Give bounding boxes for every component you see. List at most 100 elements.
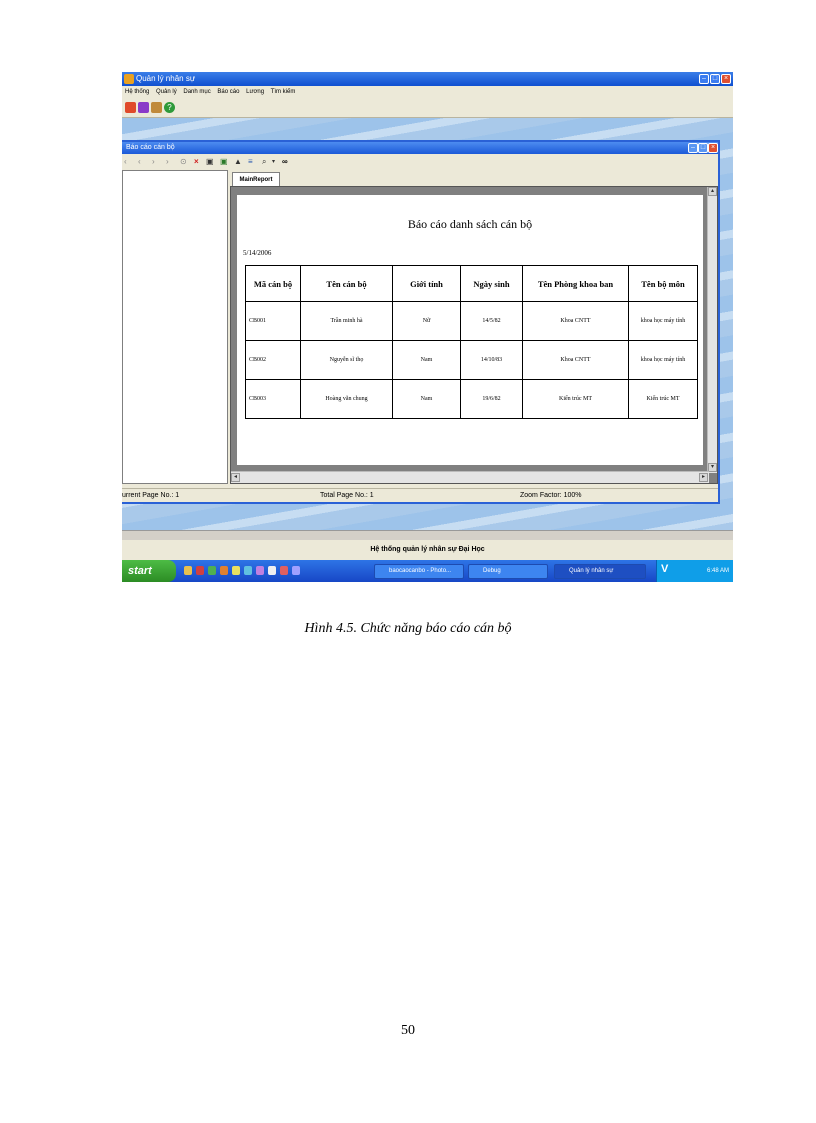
task-photoshop[interactable]: baocaocanbo - Photo... bbox=[374, 564, 464, 579]
child-maximize-button[interactable]: □ bbox=[698, 143, 708, 153]
print-icon[interactable]: ▣ bbox=[206, 154, 214, 170]
table-cell: Nam bbox=[392, 379, 461, 419]
people-icon[interactable] bbox=[151, 102, 162, 113]
total-page-status: Total Page No.: 1 bbox=[320, 492, 374, 499]
scroll-down-icon[interactable]: ▾ bbox=[708, 463, 717, 472]
menu-tim-kiem[interactable]: Tìm kiếm bbox=[271, 89, 296, 95]
start-button[interactable]: start bbox=[122, 560, 176, 582]
report-title: Báo cáo danh sách cán bộ bbox=[407, 217, 533, 231]
menu-he-thong[interactable]: Hệ thống bbox=[125, 89, 149, 95]
report-window: Báo cáo cán bộ – □ × ‹ ‹ › › ⊙ × ▣ ▣ ▲ ≡… bbox=[122, 140, 720, 504]
column-header: Giới tính bbox=[392, 265, 461, 302]
refresh-icon[interactable]: ▣ bbox=[220, 154, 228, 170]
report-statusbar: urrent Page No.: 1 Total Page No.: 1 Zoo… bbox=[122, 488, 718, 502]
vietkey-icon[interactable]: V bbox=[661, 563, 668, 575]
page-number: 50 bbox=[401, 1023, 415, 1038]
search-icon[interactable]: ∞ bbox=[282, 154, 288, 170]
quicklaunch-icon[interactable] bbox=[232, 566, 240, 575]
red-icon[interactable] bbox=[125, 102, 136, 113]
child-close-button[interactable]: × bbox=[708, 143, 718, 153]
table-cell: CB003 bbox=[245, 379, 301, 419]
minimize-button[interactable]: – bbox=[699, 74, 709, 84]
table-cell: 19/6/82 bbox=[460, 379, 523, 419]
last-page-icon[interactable]: › bbox=[166, 154, 169, 170]
table-cell: Nguyễn sĩ thọ bbox=[300, 340, 393, 380]
quicklaunch-icon[interactable] bbox=[292, 566, 300, 575]
task-quan-ly-nhan-su[interactable]: Quản lý nhân sự bbox=[554, 564, 646, 579]
help-icon[interactable]: ? bbox=[164, 102, 175, 113]
table-cell: khoa học máy tính bbox=[628, 301, 698, 341]
purple-icon[interactable] bbox=[138, 102, 149, 113]
stop-icon[interactable]: ⊙ bbox=[180, 154, 187, 170]
quicklaunch-icon[interactable] bbox=[208, 566, 216, 575]
main-toolbar: ? bbox=[122, 98, 733, 118]
quicklaunch-icon[interactable] bbox=[244, 566, 252, 575]
group-tree-pane bbox=[122, 170, 228, 484]
column-header: Mã cán bộ bbox=[245, 265, 301, 302]
prev-page-icon[interactable]: ‹ bbox=[138, 154, 141, 170]
scroll-right-icon[interactable]: ▸ bbox=[699, 473, 708, 482]
first-page-icon[interactable]: ‹ bbox=[124, 154, 127, 170]
cancel-icon[interactable]: × bbox=[194, 154, 199, 170]
report-window-titlebar: Báo cáo cán bộ – □ × bbox=[122, 142, 718, 154]
table-cell: Kiến trúc MT bbox=[628, 379, 698, 419]
table-cell: Kiến trúc MT bbox=[522, 379, 629, 419]
report-horizontal-scrollbar[interactable]: ◂ ▸ bbox=[231, 471, 709, 483]
quicklaunch-icon[interactable] bbox=[196, 566, 204, 575]
zoom-icon[interactable]: ⌕ bbox=[262, 154, 266, 170]
column-header: Tên bộ môn bbox=[628, 265, 698, 302]
child-minimize-button[interactable]: – bbox=[688, 143, 698, 153]
table-cell: Khoa CNTT bbox=[522, 340, 629, 380]
export-icon[interactable]: ▲ bbox=[234, 154, 242, 170]
table-row: CB003 Hoàng văn chung Nam 19/6/82 Kiến t… bbox=[245, 379, 698, 419]
column-header: Ngày sinh bbox=[460, 265, 523, 302]
quicklaunch-icon[interactable] bbox=[256, 566, 264, 575]
figure-caption: Hình 4.5. Chức năng báo cáo cán bộ bbox=[304, 621, 512, 636]
table-row: CB001 Trần minh hà Nữ 14/5/82 Khoa CNTT … bbox=[245, 301, 698, 341]
menu-luong[interactable]: Lương bbox=[246, 89, 264, 95]
table-cell: CB001 bbox=[245, 301, 301, 341]
group-tree-icon[interactable]: ≡ bbox=[248, 154, 253, 170]
report-page: Báo cáo danh sách cán bộ 5/14/2006 Mã cá… bbox=[237, 195, 703, 465]
scroll-up-icon[interactable]: ▴ bbox=[708, 187, 717, 196]
table-cell: 14/10/83 bbox=[460, 340, 523, 380]
table-row: CB002 Nguyễn sĩ thọ Nam 14/10/83 Khoa CN… bbox=[245, 340, 698, 380]
table-cell: Khoa CNTT bbox=[522, 301, 629, 341]
start-label: start bbox=[128, 565, 152, 577]
clock: 6:48 AM bbox=[706, 568, 729, 574]
menu-quan-ly[interactable]: Quản lý bbox=[156, 89, 177, 95]
tab-mainreport[interactable]: MainReport bbox=[232, 172, 280, 186]
column-header: Tên Phòng khoa ban bbox=[522, 265, 629, 302]
maximize-button[interactable]: □ bbox=[710, 74, 720, 84]
screenshot: Quản lý nhân sự – □ × Hệ thống Quản lý D… bbox=[122, 72, 733, 582]
scroll-left-icon[interactable]: ◂ bbox=[231, 473, 240, 482]
table-cell: khoa học máy tính bbox=[628, 340, 698, 380]
task-debug[interactable]: Debug bbox=[468, 564, 548, 579]
app-title: Quản lý nhân sự bbox=[136, 74, 196, 83]
column-header: Tên cán bộ bbox=[300, 265, 393, 302]
mdi-horizontal-scrollbar[interactable] bbox=[122, 530, 733, 540]
close-button[interactable]: × bbox=[721, 74, 731, 84]
report-table: Mã cán bộ Tên cán bộ Giới tính Ngày sinh… bbox=[245, 265, 698, 419]
table-header-row: Mã cán bộ Tên cán bộ Giới tính Ngày sinh… bbox=[245, 265, 698, 302]
table-cell: CB002 bbox=[245, 340, 301, 380]
menubar: Hệ thống Quản lý Danh mục Báo cáo Lương … bbox=[122, 86, 733, 98]
quicklaunch-icon[interactable] bbox=[268, 566, 276, 575]
system-tray: V 6:48 AM bbox=[656, 560, 733, 582]
quicklaunch-icon[interactable] bbox=[220, 566, 228, 575]
zoom-status: Zoom Factor: 100% bbox=[520, 492, 582, 499]
menu-danh-muc[interactable]: Danh mục bbox=[183, 89, 210, 95]
table-cell: Trần minh hà bbox=[300, 301, 393, 341]
quicklaunch-icon[interactable] bbox=[280, 566, 288, 575]
report-toolbar: ‹ ‹ › › ⊙ × ▣ ▣ ▲ ≡ ⌕ ▾ ∞ bbox=[122, 154, 718, 170]
taskbar: start baocaocanbo - Photo... Debug Quản … bbox=[122, 560, 733, 582]
next-page-icon[interactable]: › bbox=[152, 154, 155, 170]
current-page-status: urrent Page No.: 1 bbox=[122, 492, 180, 499]
zoom-dropdown-icon[interactable]: ▾ bbox=[272, 154, 275, 170]
ie-icon[interactable] bbox=[184, 566, 192, 575]
menu-bao-cao[interactable]: Báo cáo bbox=[217, 89, 239, 95]
main-titlebar: Quản lý nhân sự – □ × bbox=[122, 72, 733, 86]
report-vertical-scrollbar[interactable]: ▴ ▾ bbox=[707, 187, 717, 473]
report-date: 5/14/2006 bbox=[243, 249, 272, 257]
table-cell: 14/5/82 bbox=[460, 301, 523, 341]
